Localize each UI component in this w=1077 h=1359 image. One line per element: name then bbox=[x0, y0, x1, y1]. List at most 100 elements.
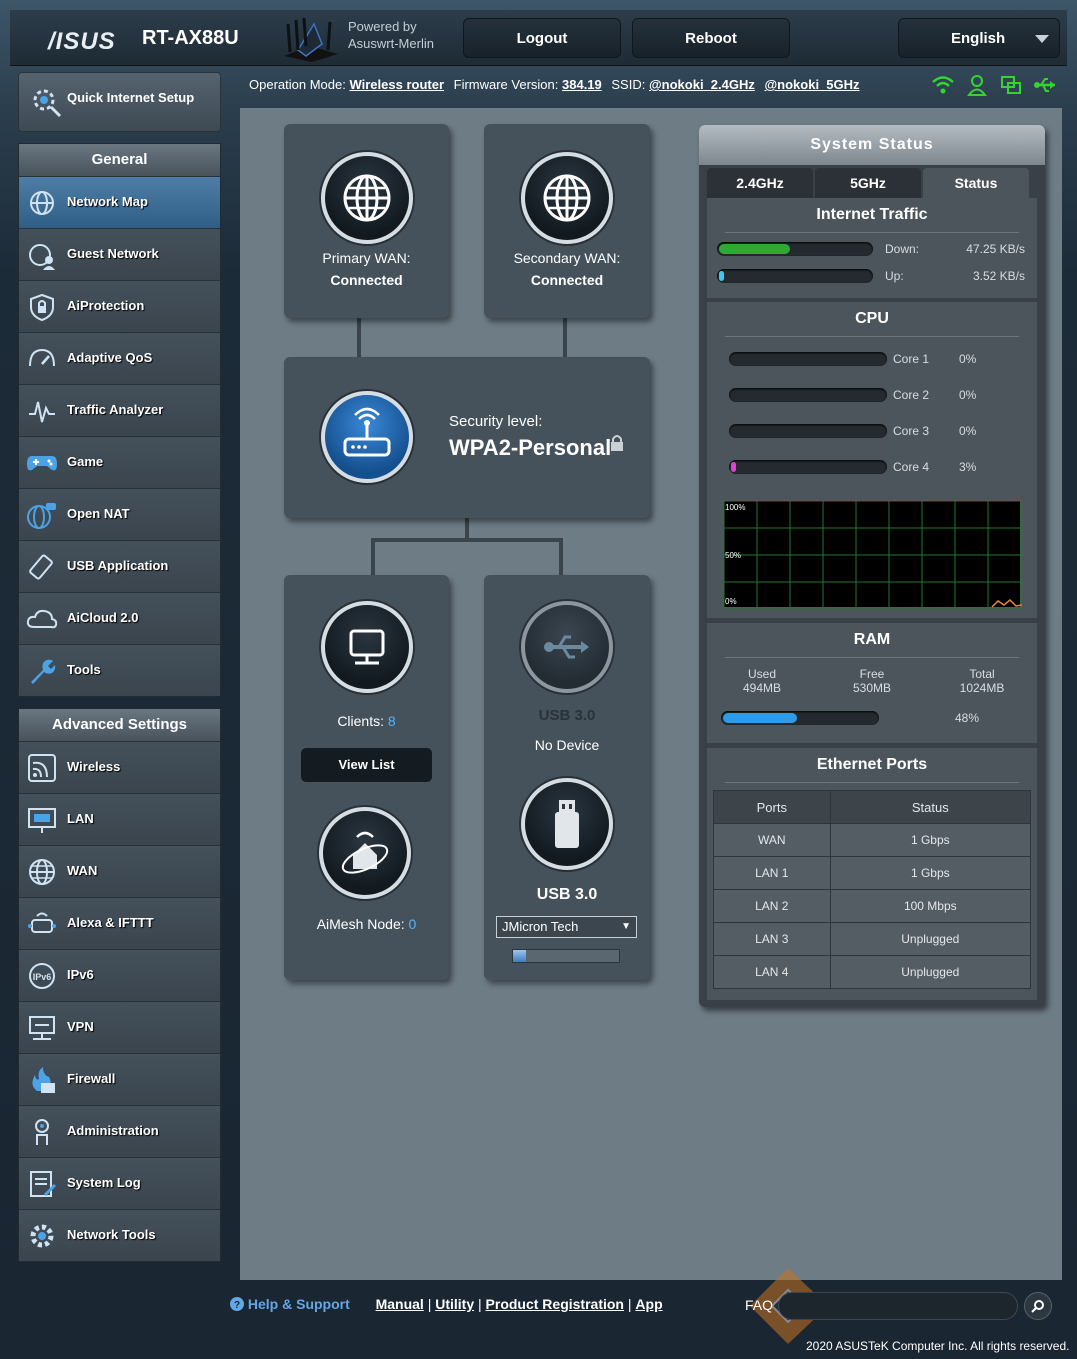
table-row: LAN 2 100 Mbps bbox=[713, 889, 1032, 923]
aimesh-count[interactable]: 0 bbox=[409, 916, 417, 932]
port-name-cell: LAN 3 bbox=[713, 922, 831, 956]
sidebar-item-label: AiProtection bbox=[67, 298, 145, 313]
port-status-cell: 100 Mbps bbox=[829, 889, 1032, 923]
ram-free: Free 530MB bbox=[817, 667, 927, 695]
sidebar-item-lan[interactable]: LAN bbox=[19, 793, 220, 845]
sidebar-item-vpn[interactable]: VPN bbox=[19, 1001, 220, 1053]
sidebar-item-wireless[interactable]: Wireless bbox=[19, 741, 220, 793]
sidebar-item-aiprotection[interactable]: AiProtection bbox=[19, 280, 220, 332]
router-card[interactable]: Security level: WPA2-Personal bbox=[284, 357, 650, 518]
usb-icon[interactable] bbox=[1032, 72, 1058, 98]
usb-drive-icon bbox=[521, 778, 613, 870]
cpu-core-bar bbox=[729, 460, 887, 474]
connector-line bbox=[563, 318, 567, 360]
svg-text:?: ? bbox=[234, 1300, 240, 1311]
logout-button[interactable]: Logout bbox=[463, 18, 621, 58]
sidebar-item-administration[interactable]: Administration bbox=[19, 1105, 220, 1157]
quick-internet-setup-button[interactable]: Quick Internet Setup bbox=[18, 72, 221, 132]
port-status-cell: 1 Gbps bbox=[829, 823, 1032, 857]
sidebar-item-ipv6[interactable]: IPv6 IPv6 bbox=[19, 949, 220, 1001]
utility-link[interactable]: Utility bbox=[435, 1296, 474, 1312]
secondary-wan-card[interactable]: Secondary WAN: Connected bbox=[484, 124, 650, 318]
sidebar-item-network-tools[interactable]: Network Tools bbox=[19, 1209, 220, 1261]
app-link[interactable]: App bbox=[635, 1296, 662, 1312]
language-select[interactable]: English bbox=[898, 18, 1060, 58]
manual-link[interactable]: Manual bbox=[376, 1296, 424, 1312]
ethernet-ports-title: Ethernet Ports bbox=[816, 756, 928, 773]
sidebar-item-tools[interactable]: Tools bbox=[19, 644, 220, 696]
log-icon bbox=[25, 1168, 59, 1200]
ssid-5-link[interactable]: @nokoki_5GHz bbox=[764, 77, 859, 92]
operation-mode-link[interactable]: Wireless router bbox=[349, 77, 444, 92]
secondary-wan-label: Secondary WAN: bbox=[513, 250, 621, 266]
general-menu-title: General bbox=[19, 144, 220, 176]
help-support-link[interactable]: Help & Support bbox=[248, 1296, 350, 1312]
router-icon bbox=[321, 391, 413, 483]
clients-card[interactable]: Clients: 8 View List AiMesh Node: 0 bbox=[284, 575, 449, 980]
clients-count[interactable]: 8 bbox=[388, 713, 396, 729]
open-nat-icon bbox=[25, 499, 59, 531]
sidebar-item-open-nat[interactable]: Open NAT bbox=[19, 488, 220, 540]
sidebar-item-usb-application[interactable]: USB Application bbox=[19, 540, 220, 592]
usb-app-icon bbox=[25, 551, 59, 583]
sidebar-item-alexa-ifttt[interactable]: Alexa & IFTTT bbox=[19, 897, 220, 949]
primary-wan-status: Connected bbox=[330, 272, 403, 288]
sidebar-item-wan[interactable]: WAN bbox=[19, 845, 220, 897]
sidebar-item-network-map[interactable]: Network Map bbox=[19, 176, 220, 228]
alexa-icon bbox=[25, 908, 59, 940]
cpu-core-label: Core 3 bbox=[893, 424, 930, 438]
tab-5ghz[interactable]: 5GHz bbox=[815, 168, 921, 198]
sidebar-item-aicloud-2-0[interactable]: AiCloud 2.0 bbox=[19, 592, 220, 644]
table-row: LAN 11 Gbps bbox=[713, 856, 1032, 890]
usb-device-select[interactable]: JMicron Tech ▼ bbox=[496, 916, 637, 938]
sidebar-item-adaptive-qos[interactable]: Adaptive QoS bbox=[19, 332, 220, 384]
aimesh-icon bbox=[319, 807, 411, 899]
sidebar-item-system-log[interactable]: System Log bbox=[19, 1157, 220, 1209]
ram-used: Used 494MB bbox=[707, 667, 817, 695]
table-row: LAN 3 Unplugged bbox=[713, 922, 1032, 956]
user-icon[interactable] bbox=[964, 72, 990, 98]
tab-status[interactable]: Status bbox=[923, 168, 1029, 198]
aimesh-label: AiMesh Node: bbox=[316, 916, 405, 932]
search-button[interactable] bbox=[1024, 1292, 1052, 1320]
reboot-button[interactable]: Reboot bbox=[632, 18, 790, 58]
wifi-icon[interactable] bbox=[930, 72, 956, 98]
cloud-icon bbox=[25, 603, 59, 635]
search-icon bbox=[1031, 1300, 1044, 1313]
operation-info-line: Operation Mode: Wireless router Firmware… bbox=[249, 77, 860, 92]
sidebar-item-guest-network[interactable]: Guest Network bbox=[19, 228, 220, 280]
network-icon[interactable] bbox=[998, 72, 1024, 98]
cpu-core-bar bbox=[729, 424, 887, 438]
asus-logo[interactable]: /ISUS bbox=[48, 28, 116, 56]
firmware-link[interactable]: 384.19 bbox=[562, 77, 602, 92]
connector-line bbox=[371, 538, 375, 578]
admin-icon bbox=[25, 1116, 59, 1148]
sidebar-item-traffic-analyzer[interactable]: Traffic Analyzer bbox=[19, 384, 220, 436]
usb-card[interactable]: USB 3.0 No Device USB 3.0 JMicron Tech ▼ bbox=[484, 575, 650, 980]
product-registration-link[interactable]: Product Registration bbox=[486, 1296, 624, 1312]
divider bbox=[725, 782, 1019, 783]
sidebar-item-firewall[interactable]: Firewall bbox=[19, 1053, 220, 1105]
down-label: Down: bbox=[885, 242, 920, 256]
divider bbox=[725, 657, 1019, 658]
tab-2-4ghz[interactable]: 2.4GHz bbox=[707, 168, 813, 198]
port-name-cell: WAN bbox=[713, 823, 831, 857]
separator: | bbox=[478, 1296, 482, 1312]
view-list-button[interactable]: View List bbox=[301, 748, 432, 782]
language-value: English bbox=[951, 30, 1006, 47]
cpu-title: CPU bbox=[855, 310, 889, 327]
sidebar-item-label: Network Map bbox=[67, 194, 148, 209]
connector-line bbox=[357, 318, 361, 360]
primary-wan-card[interactable]: Primary WAN: Connected bbox=[284, 124, 449, 318]
usb2-title: USB 3.0 bbox=[536, 886, 598, 903]
sidebar-item-game[interactable]: Game bbox=[19, 436, 220, 488]
cpu-core-label: Core 4 bbox=[893, 460, 930, 474]
globe-icon bbox=[25, 856, 59, 888]
faq-search-input[interactable] bbox=[778, 1292, 1018, 1320]
sidebar-item-label: IPv6 bbox=[67, 967, 94, 982]
ssid-24-link[interactable]: @nokoki_2.4GHz bbox=[649, 77, 755, 92]
security-level-value: WPA2-Personal bbox=[449, 435, 612, 460]
sidebar-item-label: Administration bbox=[67, 1123, 159, 1138]
usb-usage-fill bbox=[513, 950, 526, 962]
graph-label-50: 50% bbox=[725, 551, 742, 560]
